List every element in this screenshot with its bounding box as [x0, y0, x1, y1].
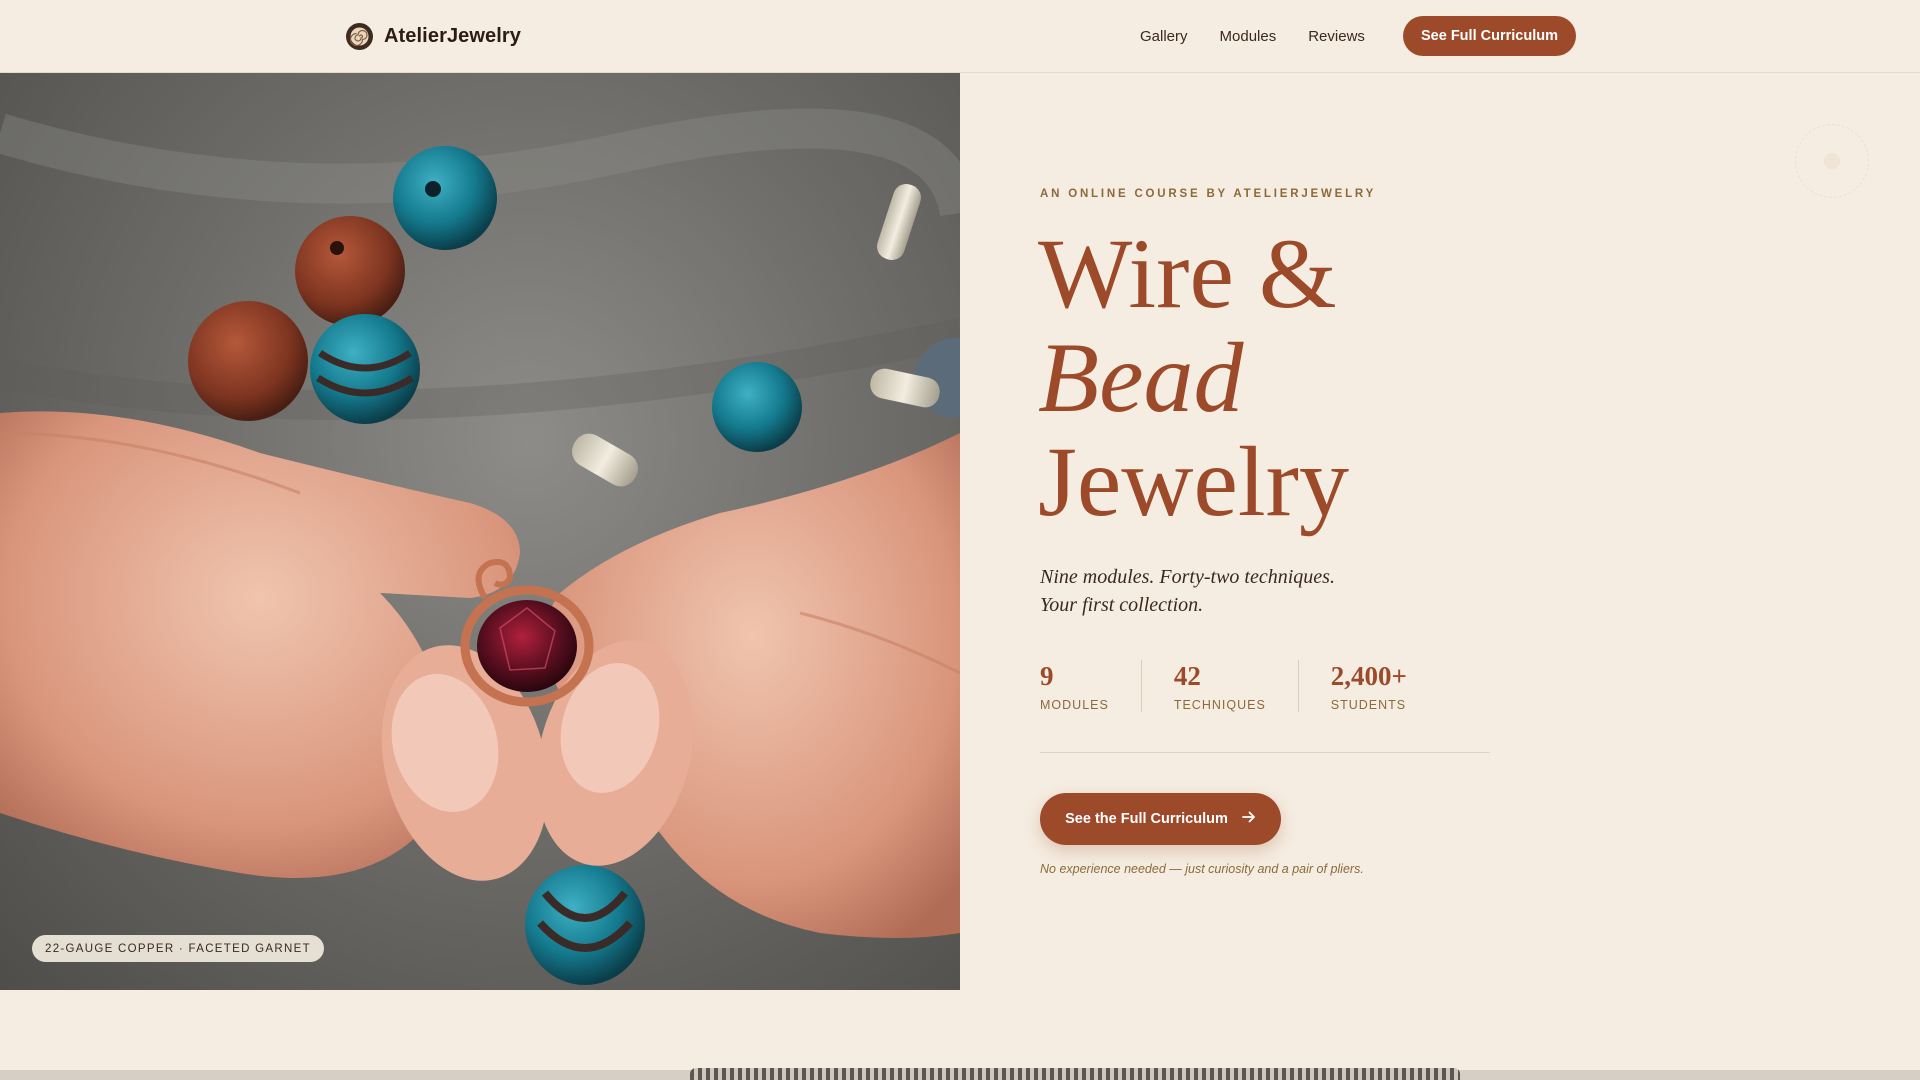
header-curriculum-button[interactable]: See Full Curriculum	[1403, 16, 1576, 56]
hero-subtitle: Nine modules. Forty-two techniques. Your…	[1040, 563, 1335, 619]
hero-title-line-1: Wire &	[1038, 218, 1337, 329]
stat-students: 2,400+ STUDENTS	[1331, 660, 1439, 712]
stats-divider	[1040, 752, 1490, 753]
hero-subtitle-line-1: Nine modules. Forty-two techniques.	[1040, 566, 1335, 588]
photo-caption-badge: 22-GAUGE COPPER · FACETED GARNET	[32, 935, 324, 962]
spiral-icon	[346, 22, 373, 50]
stat-modules: 9 MODULES	[1040, 660, 1142, 712]
brand-link[interactable]: AtelierJewelry	[346, 22, 521, 50]
site-header: AtelierJewelry Gallery Modules Reviews S…	[0, 0, 1920, 73]
hero-title-line-2: Bead	[1038, 322, 1244, 433]
stat-label: MODULES	[1040, 698, 1109, 712]
nav-link-reviews[interactable]: Reviews	[1308, 28, 1365, 45]
curriculum-cta-label: See the Full Curriculum	[1065, 811, 1228, 827]
nav-link-modules[interactable]: Modules	[1220, 28, 1277, 45]
stat-label: TECHNIQUES	[1173, 698, 1266, 712]
next-section-image-edge	[690, 1068, 1460, 1080]
stat-value: 2,400+	[1330, 661, 1407, 691]
stat-label: STUDENTS	[1330, 698, 1407, 712]
decorative-dot	[1824, 153, 1840, 169]
hero-subtitle-line-2: Your first collection.	[1040, 594, 1204, 616]
arrow-right-icon	[1241, 811, 1256, 827]
hero-photo-illustration	[0, 108, 960, 985]
main-nav: Gallery Modules Reviews	[1140, 16, 1397, 56]
curriculum-cta-button[interactable]: See the Full Curriculum	[1040, 793, 1281, 845]
hero-eyebrow: AN ONLINE COURSE BY ATELIERJEWELRY	[1040, 188, 1377, 200]
brand-name: AtelierJewelry	[384, 24, 522, 47]
hero-title-line-3: Jewelry	[1038, 426, 1349, 537]
course-stats: 9 MODULES 42 TECHNIQUES 2,400+ STUDENTS	[1040, 660, 1471, 712]
stat-value: 9	[1040, 661, 1054, 691]
stat-value: 42	[1173, 661, 1201, 691]
hero-note: No experience needed — just curiosity an…	[1040, 862, 1364, 876]
hero-title: Wire & Bead Jewelry	[1038, 222, 1349, 534]
stat-techniques: 42 TECHNIQUES	[1174, 660, 1299, 712]
nav-link-gallery[interactable]: Gallery	[1140, 28, 1188, 45]
hero-photo: 22-GAUGE COPPER · FACETED GARNET	[0, 73, 960, 990]
